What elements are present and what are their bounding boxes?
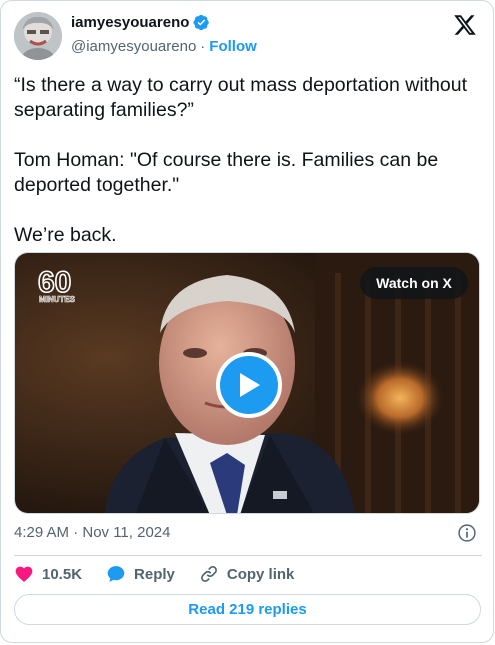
play-button[interactable] xyxy=(216,352,282,418)
verified-badge-icon xyxy=(193,14,210,31)
tweet-timestamp[interactable]: 4:29 AM · Nov 11, 2024 xyxy=(14,524,170,541)
video-player[interactable]: 60 MINUTES Watch on X xyxy=(14,252,480,514)
avatar[interactable] xyxy=(14,12,62,60)
read-replies-button[interactable]: Read 219 replies xyxy=(14,594,481,625)
separator-dot: · xyxy=(200,38,206,55)
x-logo-icon[interactable] xyxy=(453,13,477,37)
play-icon xyxy=(240,373,260,397)
author-handle-row: @iamyesyouareno · Follow xyxy=(71,38,257,55)
author-name-row: iamyesyouareno xyxy=(71,14,210,31)
author-handle[interactable]: @iamyesyouareno xyxy=(71,38,196,55)
follow-button[interactable]: Follow xyxy=(209,38,257,55)
divider xyxy=(14,555,482,556)
info-icon[interactable] xyxy=(457,523,477,543)
logo-word: MINUTES xyxy=(39,295,76,304)
action-bar: 10.5K Reply Copy link xyxy=(14,563,318,585)
link-icon xyxy=(200,566,217,582)
like-button[interactable]: 10.5K xyxy=(14,564,82,584)
copy-link-button[interactable]: Copy link xyxy=(199,564,295,584)
tweet-card: iamyesyouareno @iamyesyouareno · Follow … xyxy=(0,0,494,643)
watch-on-x-button[interactable]: Watch on X xyxy=(360,267,468,299)
tweet-text: “Is there a way to carry out mass deport… xyxy=(14,74,468,246)
like-count: 10.5K xyxy=(42,565,83,583)
reply-bubble-icon xyxy=(107,566,125,582)
copy-link-label: Copy link xyxy=(226,565,295,583)
reply-label: Reply xyxy=(134,565,175,583)
heart-icon xyxy=(15,566,33,582)
sixty-minutes-logo: 60 MINUTES xyxy=(37,264,85,304)
reply-button[interactable]: Reply xyxy=(106,564,175,584)
author-display-name[interactable]: iamyesyouareno xyxy=(71,14,189,31)
